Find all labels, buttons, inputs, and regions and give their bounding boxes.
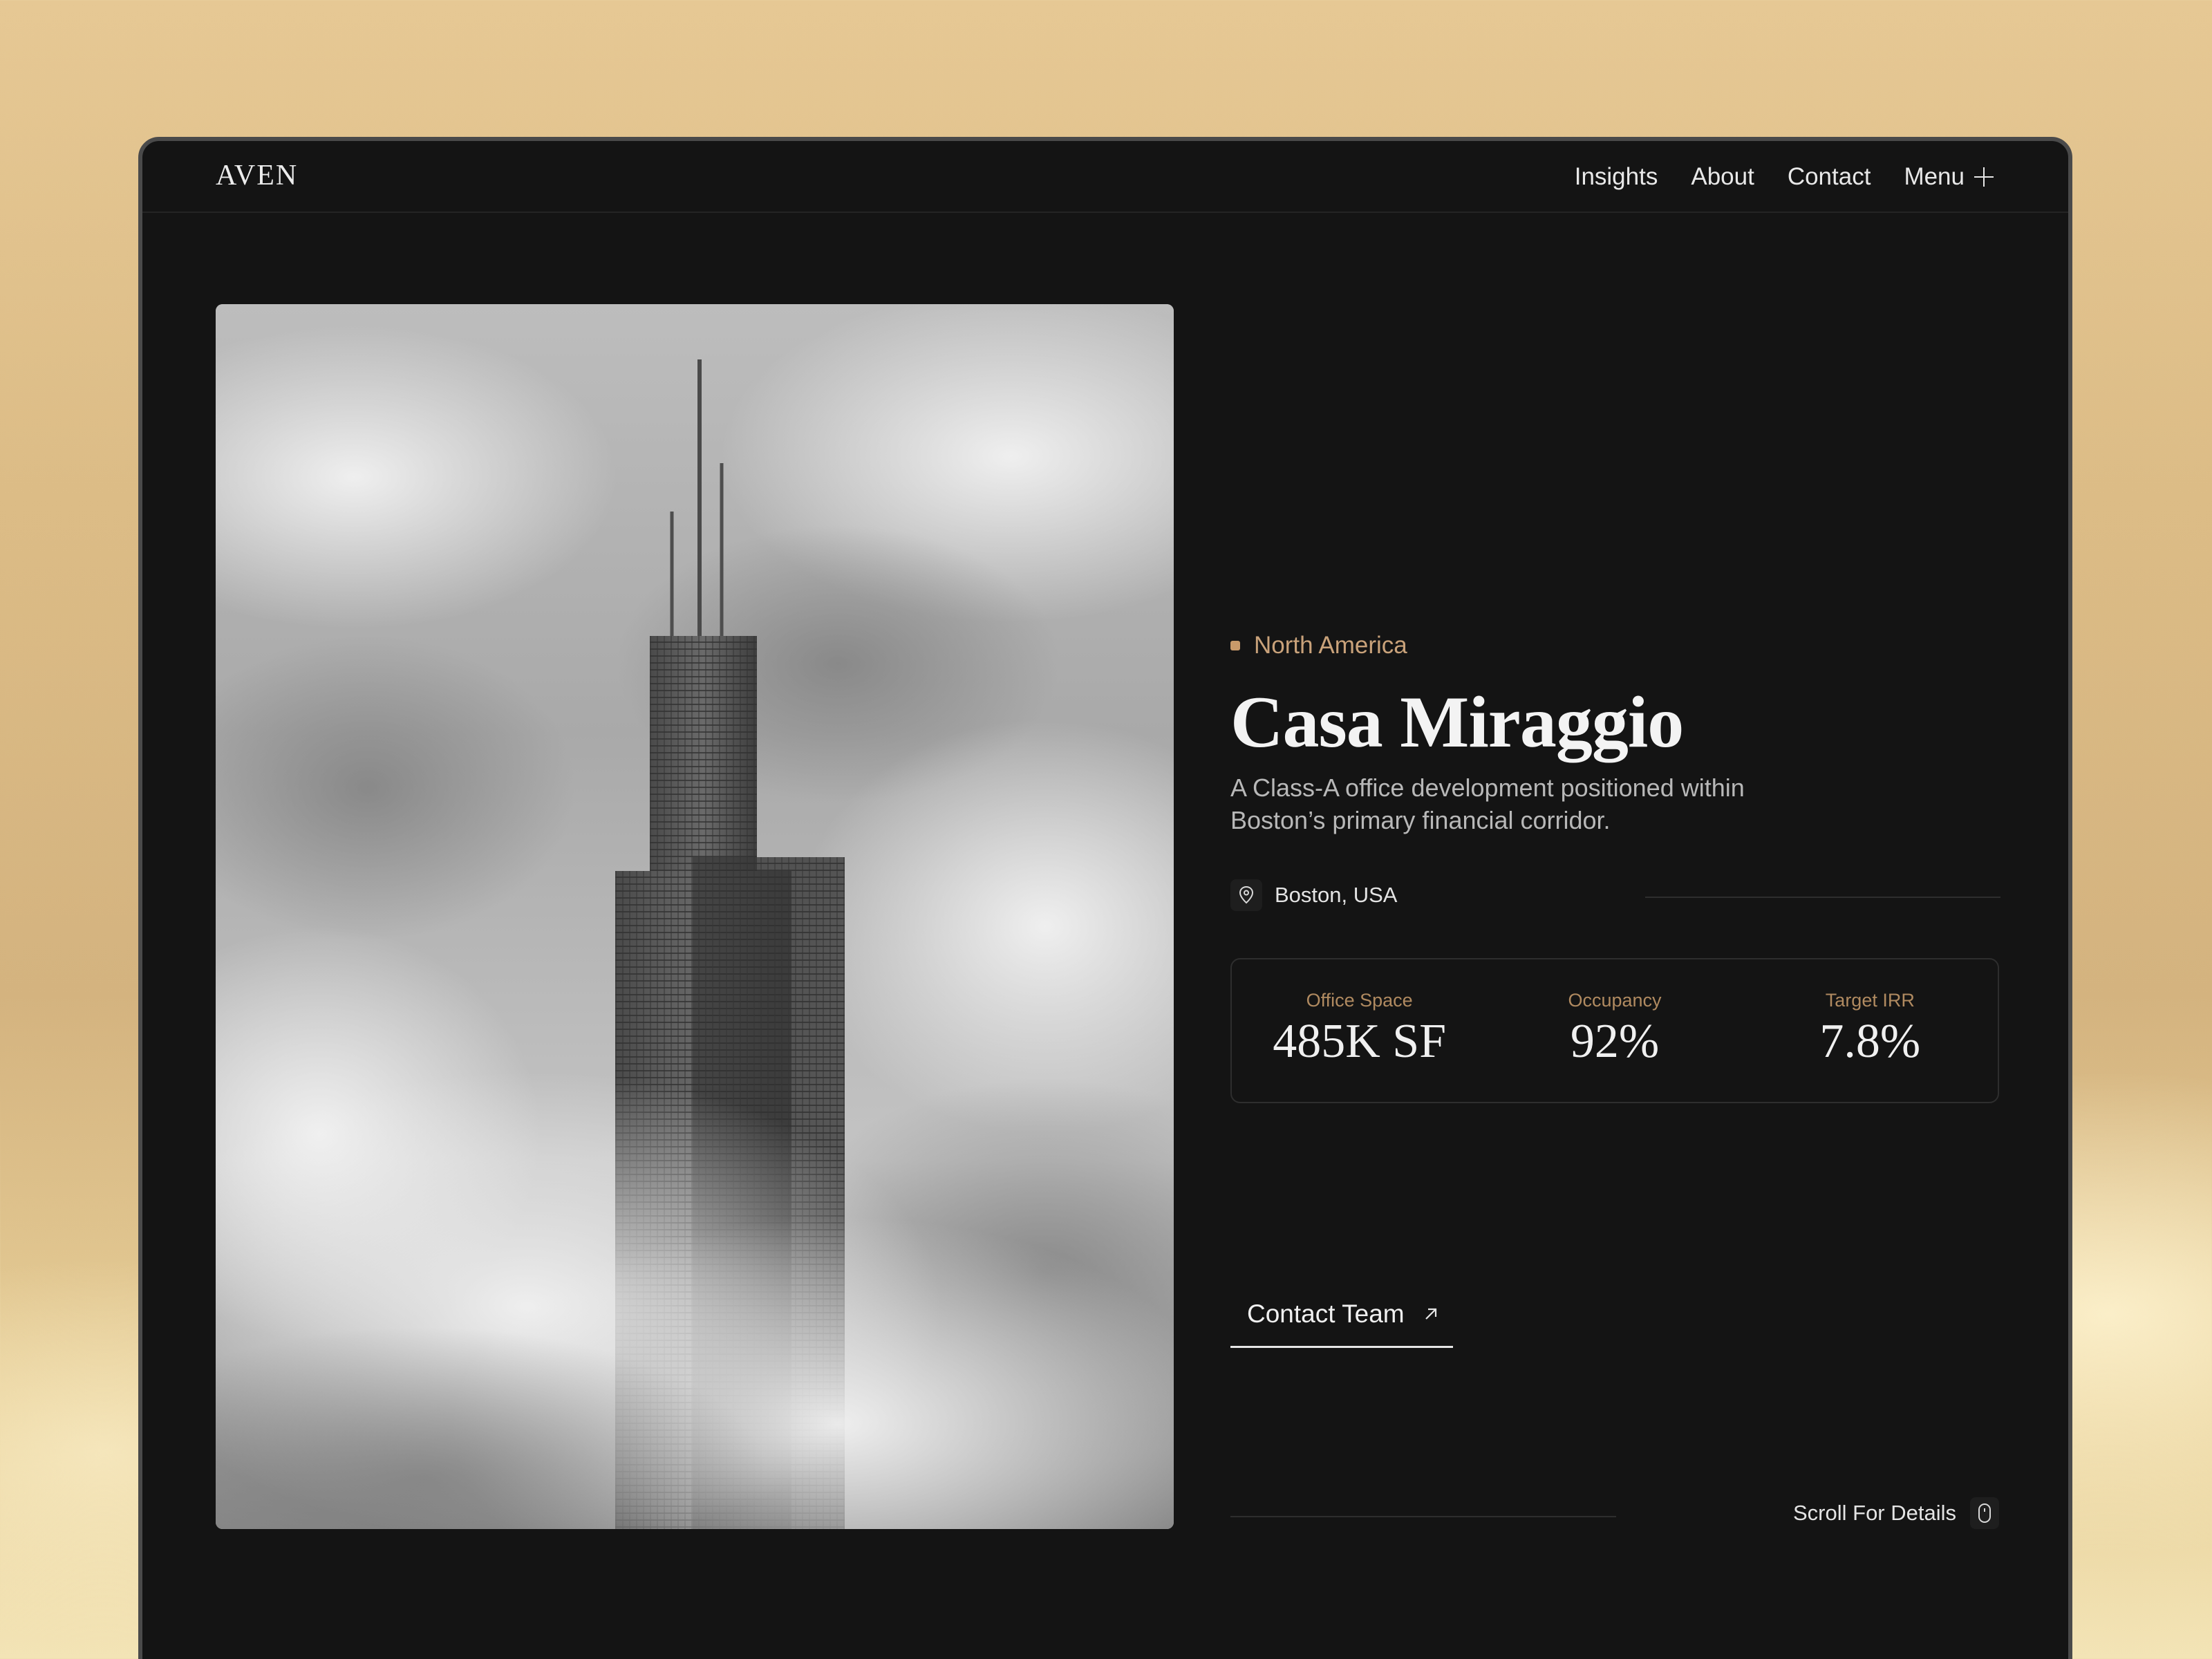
stats-panel: Office Space 485K SF Occupancy 92% Targe…: [1230, 958, 1999, 1103]
map-pin-icon: [1230, 879, 1262, 911]
divider: [1645, 897, 2000, 898]
stat-label: Office Space: [1306, 990, 1413, 1011]
region-label: North America: [1254, 632, 1407, 659]
stat-target-irr: Target IRR 7.8%: [1743, 959, 1998, 1102]
scroll-for-details[interactable]: Scroll For Details: [1793, 1497, 1999, 1529]
contact-team-button[interactable]: Contact Team: [1230, 1282, 1453, 1348]
arrow-up-right-icon: [1425, 1308, 1436, 1320]
stat-value: 7.8%: [1819, 1015, 1921, 1068]
app-window: AVEN Insights About Contact Menu North A…: [138, 137, 2072, 1659]
divider: [1230, 1516, 1616, 1517]
skyscraper-clouds-illustration: [216, 304, 1174, 1529]
property-details: North America Casa Miraggio A Class-A of…: [1230, 141, 2000, 1659]
property-description: A Class-A office development positioned …: [1230, 774, 1745, 834]
stat-label: Target IRR: [1825, 990, 1915, 1011]
hero-image: [216, 304, 1174, 1529]
contact-team-label: Contact Team: [1247, 1299, 1405, 1328]
stat-value: 485K SF: [1273, 1015, 1447, 1068]
location-row: Boston, USA: [1230, 879, 1397, 911]
scroll-label: Scroll For Details: [1793, 1501, 1956, 1525]
logo[interactable]: AVEN: [216, 159, 298, 192]
property-title: Casa Miraggio: [1230, 682, 1684, 762]
stat-office-space: Office Space 485K SF: [1232, 959, 1487, 1102]
stat-value: 92%: [1570, 1015, 1660, 1068]
location-text: Boston, USA: [1275, 883, 1398, 907]
stat-label: Occupancy: [1568, 990, 1662, 1011]
stat-occupancy: Occupancy 92%: [1487, 959, 1742, 1102]
region-dot: [1230, 641, 1240, 650]
mouse-icon: [1970, 1497, 1999, 1529]
region-tag: North America: [1230, 632, 1407, 659]
